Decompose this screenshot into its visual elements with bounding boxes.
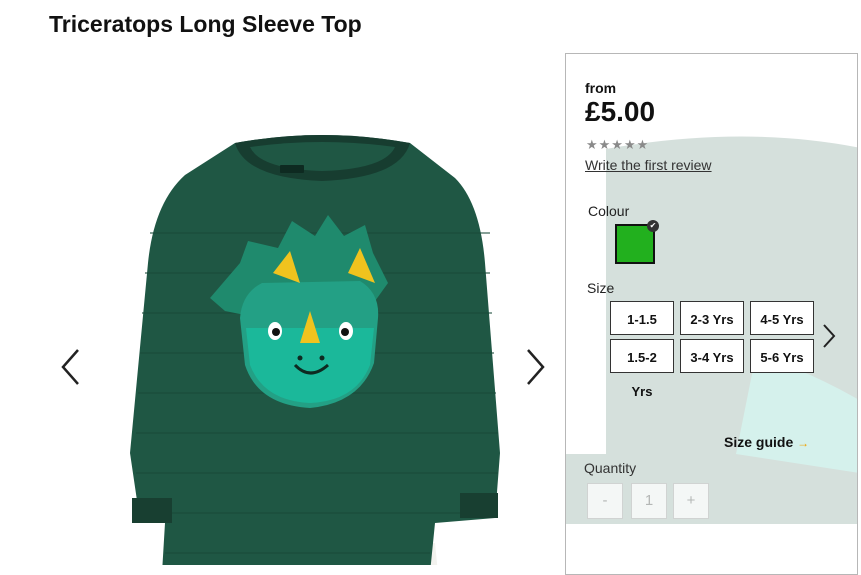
quantity-increase-button[interactable]: + [673, 483, 709, 519]
size-option-4-5-yrs[interactable]: 4-5 Yrs [750, 301, 814, 335]
size-guide-label: Size guide [724, 434, 794, 450]
gallery-prev-arrow[interactable] [58, 347, 84, 387]
size-option-3-4-yrs[interactable]: 3-4 Yrs [680, 339, 744, 373]
size-next-chevron-icon[interactable] [820, 322, 838, 350]
arrow-right-icon: → [797, 436, 810, 450]
size-option-5-6-yrs[interactable]: 5-6 Yrs [750, 339, 814, 373]
product-title: Triceratops Long Sleeve Top [49, 11, 362, 37]
product-image-gallery [0, 58, 565, 565]
colour-label: Colour [588, 203, 630, 219]
quantity-label: Quantity [584, 460, 637, 476]
size-option-2-3-yrs[interactable]: 2-3 Yrs [680, 301, 744, 335]
colour-swatch-green[interactable]: ✔ [615, 220, 659, 264]
product-details-panel: from £5.00 ★★★★★ Write the first review … [565, 53, 858, 575]
product-image [130, 135, 500, 565]
price-from-label: from [585, 80, 617, 96]
write-review-link[interactable]: Write the first review [585, 157, 712, 173]
size-label: Size [587, 280, 615, 296]
price-value: £5.00 [585, 96, 656, 127]
size-guide-link[interactable]: Size guide → [724, 434, 809, 450]
size-option-1-5-2-yrs[interactable]: 1.5-2 Yrs [610, 339, 674, 399]
rating-stars-icon: ★★★★★ [586, 137, 650, 152]
size-option-1-1-5-yrs[interactable]: 1-1.5 Yrs [610, 301, 674, 361]
quantity-input[interactable]: 1 [631, 483, 667, 519]
gallery-next-arrow[interactable] [522, 347, 548, 387]
quantity-decrease-button[interactable]: - [587, 483, 623, 519]
selected-check-icon: ✔ [647, 220, 659, 232]
